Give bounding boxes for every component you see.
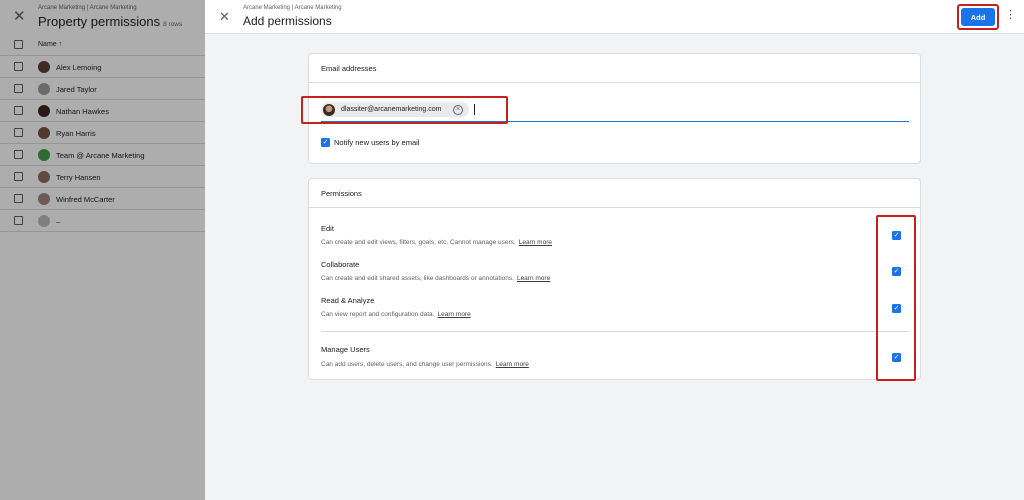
permission-title-read-analyze: Read & Analyze: [321, 296, 375, 305]
permissions-divider: [321, 331, 909, 332]
scrim[interactable]: [0, 0, 205, 500]
add-permissions-dialog: ✕ Arcane Marketing | Arcane Marketing Ad…: [205, 0, 1024, 500]
permission-desc-text: Can create and edit shared assets, like …: [321, 275, 514, 282]
permissions-section-title: Permissions: [309, 179, 920, 208]
dialog-title: Add permissions: [243, 14, 332, 28]
learn-more-link[interactable]: Learn more: [519, 239, 552, 246]
permission-desc-text: Can view report and configuration data.: [321, 311, 435, 318]
close-icon[interactable]: ✕: [219, 10, 230, 23]
permission-title-edit: Edit: [321, 224, 334, 233]
permission-desc-collaborate: Can create and edit shared assets, like …: [321, 275, 550, 282]
more-vert-icon[interactable]: ⋮: [1005, 10, 1016, 21]
email-section-title: Email addresses: [309, 54, 920, 83]
permissions-highlight: [876, 215, 916, 381]
email-addresses-card: Email addresses dlassiter@arcanemarketin…: [301, 53, 921, 164]
notify-label: Notify new users by email: [334, 138, 420, 147]
permission-title-collaborate: Collaborate: [321, 260, 360, 269]
permission-title-manage-users: Manage Users: [321, 345, 370, 354]
learn-more-link[interactable]: Learn more: [517, 275, 550, 282]
permission-desc-edit: Can create and edit views, filters, goal…: [321, 239, 552, 246]
learn-more-link[interactable]: Learn more: [496, 361, 529, 368]
email-highlight: [301, 96, 508, 124]
dialog-header: ✕ Arcane Marketing | Arcane Marketing Ad…: [205, 0, 1024, 34]
add-button[interactable]: Add: [961, 8, 995, 26]
notify-checkbox[interactable]: ✓: [321, 138, 330, 147]
learn-more-link[interactable]: Learn more: [437, 311, 470, 318]
permissions-card: Permissions Edit Can create and edit vie…: [308, 178, 921, 381]
permission-desc-read-analyze: Can view report and configuration data. L…: [321, 311, 471, 318]
permission-desc-text: Can create and edit views, filters, goal…: [321, 239, 516, 246]
permission-desc-text: Can add users, delete users, and change …: [321, 361, 493, 368]
permission-desc-manage-users: Can add users, delete users, and change …: [321, 361, 529, 368]
dialog-breadcrumb: Arcane Marketing | Arcane Marketing: [243, 5, 342, 11]
